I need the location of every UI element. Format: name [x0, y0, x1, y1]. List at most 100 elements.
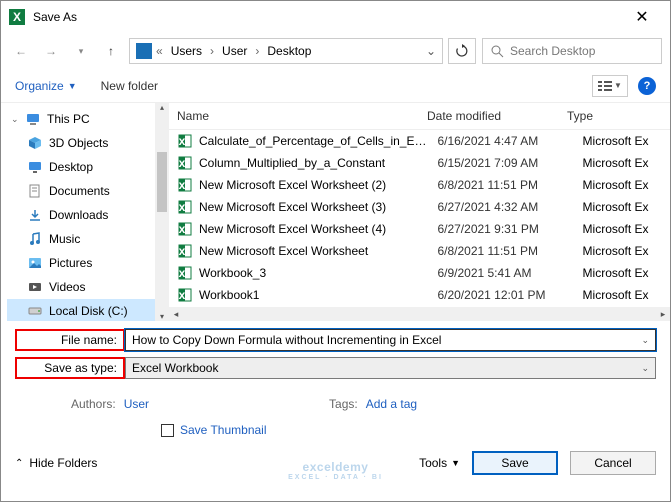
recent-dropdown[interactable]: ▾ — [69, 39, 93, 63]
help-button[interactable]: ? — [638, 77, 656, 95]
refresh-button[interactable] — [448, 38, 476, 64]
chevron-down-icon[interactable]: ⌄ — [641, 335, 649, 346]
save-thumbnail-label[interactable]: Save Thumbnail — [180, 423, 267, 437]
breadcrumb-item[interactable]: Desktop — [263, 42, 315, 60]
file-row[interactable]: xNew Microsoft Excel Worksheet (4)6/27/2… — [169, 218, 670, 240]
organize-menu[interactable]: Organize ▼ — [15, 79, 77, 93]
tree-item-this-pc[interactable]: ⌄ This PC — [7, 107, 169, 131]
chevron-down-icon: ▼ — [451, 458, 460, 468]
tree-item-music[interactable]: Music — [7, 227, 169, 251]
tags-value[interactable]: Add a tag — [366, 397, 417, 411]
chevron-right-icon: › — [255, 44, 259, 58]
cancel-button[interactable]: Cancel — [570, 451, 656, 475]
file-type: Microsoft Ex — [583, 200, 662, 214]
tree-item-desktop[interactable]: Desktop — [7, 155, 169, 179]
titlebar: X Save As ✕ — [1, 1, 670, 33]
tree-label: 3D Objects — [49, 136, 108, 150]
scroll-right-icon[interactable]: ▸ — [656, 309, 670, 320]
tree-item-videos[interactable]: Videos — [7, 275, 169, 299]
file-date: 6/16/2021 4:47 AM — [437, 134, 576, 148]
address-bar[interactable]: « Users › User › Desktop ⌄ — [129, 38, 443, 64]
videos-icon — [27, 279, 43, 295]
expand-icon[interactable]: ⌄ — [11, 114, 19, 125]
file-row[interactable]: xWorkbook_36/9/2021 5:41 AMMicrosoft Ex — [169, 262, 670, 284]
svg-text:x: x — [179, 200, 186, 214]
file-type: Microsoft Ex — [583, 178, 662, 192]
pc-icon — [136, 43, 152, 59]
file-name: New Microsoft Excel Worksheet (3) — [199, 200, 431, 214]
file-row[interactable]: xNew Microsoft Excel Worksheet (2)6/8/20… — [169, 174, 670, 196]
file-type: Microsoft Ex — [583, 244, 662, 258]
file-type: Microsoft Ex — [583, 288, 662, 302]
column-date[interactable]: Date modified — [427, 109, 567, 123]
close-button[interactable]: ✕ — [622, 7, 662, 27]
footer: ⌃ Hide Folders Tools ▼ Save Cancel — [1, 441, 670, 485]
address-dropdown[interactable]: ⌄ — [426, 44, 436, 58]
tree-label: Music — [49, 232, 80, 246]
file-name: New Microsoft Excel Worksheet (4) — [199, 222, 431, 236]
hide-folders-button[interactable]: ⌃ Hide Folders — [15, 456, 97, 470]
tree-label: Documents — [49, 184, 110, 198]
authors-value[interactable]: User — [124, 397, 149, 411]
file-row[interactable]: x New Microsoft Excel Worksheet (3) 6/27/2… — [169, 196, 670, 218]
tree-scrollbar[interactable]: ▴ ▾ — [155, 103, 169, 321]
forward-button: → — [39, 39, 63, 63]
new-folder-button[interactable]: New folder — [101, 79, 158, 93]
file-date: 6/15/2021 7:09 AM — [437, 156, 576, 170]
metadata-row: Authors: User Tags: Add a tag — [1, 393, 670, 419]
scrollbar-thumb[interactable] — [157, 152, 167, 212]
breadcrumb-item[interactable]: User — [218, 42, 251, 60]
view-icon — [598, 80, 612, 92]
file-type: Microsoft Ex — [583, 134, 662, 148]
file-row[interactable]: xCalculate_of_Percentage_of_Cells_in_Exc… — [169, 130, 670, 152]
tree-item-3d[interactable]: 3D Objects — [7, 131, 169, 155]
tree-item-pictures[interactable]: Pictures — [7, 251, 169, 275]
save-form: File name: How to Copy Down Formula with… — [1, 321, 670, 393]
excel-file-icon: x — [177, 287, 193, 303]
chevron-down-icon[interactable]: ⌄ — [641, 363, 649, 374]
file-name: Calculate_of_Percentage_of_Cells_in_Exce… — [199, 134, 431, 148]
excel-file-icon: x — [177, 199, 193, 215]
scroll-left-icon[interactable]: ◂ — [169, 309, 183, 320]
file-name: New Microsoft Excel Worksheet (2) — [199, 178, 431, 192]
tree-label: Desktop — [49, 160, 93, 174]
tools-menu[interactable]: Tools ▼ — [419, 456, 460, 470]
column-type[interactable]: Type — [567, 109, 647, 123]
savetype-select[interactable]: Excel Workbook ⌄ — [125, 357, 656, 379]
file-row[interactable]: xWorkbook16/20/2021 12:01 PMMicrosoft Ex — [169, 284, 670, 306]
desktop-icon — [27, 159, 43, 175]
breadcrumb-item[interactable]: Users — [167, 42, 206, 60]
back-button[interactable]: ← — [9, 39, 33, 63]
tools-label: Tools — [419, 456, 447, 470]
file-row[interactable]: xNew Microsoft Excel Worksheet6/8/2021 1… — [169, 240, 670, 262]
tree-item-documents[interactable]: Documents — [7, 179, 169, 203]
nav-row: ← → ▾ ↑ « Users › User › Desktop ⌄ Searc… — [1, 33, 670, 69]
search-placeholder: Search Desktop — [510, 44, 595, 58]
file-type: Microsoft Ex — [583, 266, 662, 280]
horizontal-scrollbar[interactable]: ◂ ▸ — [169, 307, 670, 321]
chevron-down-icon: ▼ — [68, 81, 77, 91]
up-button[interactable]: ↑ — [99, 39, 123, 63]
list-header: Name Date modified Type — [169, 103, 670, 130]
cube-icon — [27, 135, 43, 151]
tree-label: Downloads — [49, 208, 108, 222]
filename-input[interactable]: How to Copy Down Formula without Increme… — [125, 329, 656, 351]
save-thumbnail-checkbox[interactable] — [161, 424, 174, 437]
disk-icon — [27, 303, 43, 319]
organize-label: Organize — [15, 79, 64, 93]
filename-label: File name: — [15, 329, 125, 351]
file-row[interactable]: xColumn_Multiplied_by_a_Constant6/15/202… — [169, 152, 670, 174]
column-name[interactable]: Name — [177, 109, 427, 123]
view-options-button[interactable]: ▼ — [592, 75, 628, 97]
file-date: 6/27/2021 4:32 AM — [437, 200, 576, 214]
save-button[interactable]: Save — [472, 451, 558, 475]
chevron-down-icon: ▼ — [614, 81, 622, 90]
tree-item-local-disk[interactable]: Local Disk (C:) — [7, 299, 169, 321]
search-input[interactable]: Search Desktop — [482, 38, 662, 64]
chevron-right-icon: › — [210, 44, 214, 58]
svg-text:x: x — [179, 222, 186, 236]
tree-item-downloads[interactable]: Downloads — [7, 203, 169, 227]
filename-value: How to Copy Down Formula without Increme… — [132, 333, 441, 347]
toolbar: Organize ▼ New folder ▼ ? — [1, 69, 670, 103]
tree-label: This PC — [47, 112, 90, 126]
